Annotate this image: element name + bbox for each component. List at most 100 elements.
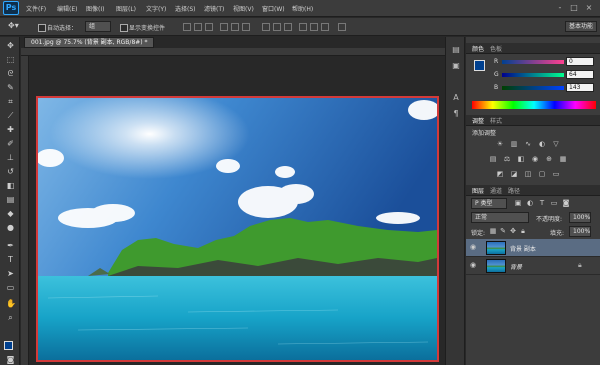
menu-select[interactable]: 选择(S) [175,4,196,13]
document-tab[interactable]: 001.jpg @ 75.7% (背景 副本, RGB/8#) * [24,37,154,48]
filter-smart-icon[interactable]: ◙ [562,199,570,207]
show-transform-checkbox[interactable] [120,24,128,32]
channel-mixer-icon[interactable]: ⊕ [545,155,553,163]
shape-icon[interactable]: ▭ [6,283,15,292]
history-panel-icon[interactable]: ▤ [451,45,461,55]
tab-paths[interactable]: 路径 [508,186,520,195]
blur-icon[interactable]: ◆ [6,209,15,218]
blue-value-field[interactable]: 143 [566,83,594,92]
menu-help[interactable]: 帮助(H) [292,4,313,13]
hue-saturation-icon[interactable]: ▤ [489,155,497,163]
marquee-icon[interactable]: ⬚ [6,55,15,64]
visibility-eye-icon[interactable]: ◉ [470,243,478,251]
vibrance-icon[interactable]: ▽ [552,140,560,148]
minimize-button[interactable]: - [555,3,565,13]
layer-row-background[interactable]: ◉ 背景 🔒︎ [466,257,600,275]
visibility-eye-icon[interactable]: ◉ [470,261,478,269]
levels-icon[interactable]: ▥ [510,140,518,148]
align-vcenter-icon[interactable] [194,23,202,31]
curves-icon[interactable]: ∿ [524,140,532,148]
photo-filter-icon[interactable]: ◉ [531,155,539,163]
filter-adjustment-icon[interactable]: ◐ [526,199,534,207]
exposure-icon[interactable]: ◐ [538,140,546,148]
move-icon[interactable]: ✥ [6,41,15,50]
selective-color-icon[interactable]: ▢ [538,170,546,178]
align-bottom-icon[interactable] [205,23,213,31]
eraser-icon[interactable]: ◧ [6,181,15,190]
tab-adjustments[interactable]: 调整 [472,116,484,125]
hand-icon[interactable]: ✋ [6,299,16,308]
foreground-color-swatch[interactable] [4,341,13,350]
crop-icon[interactable]: ⌗ [6,97,15,106]
eyedropper-icon[interactable]: ⟋ [6,111,15,120]
red-value-field[interactable]: 0 [566,57,594,66]
auto-align-icon[interactable] [338,23,346,31]
paragraph-panel-icon[interactable]: ¶ [451,109,461,119]
document-canvas[interactable] [36,96,439,362]
threshold-icon[interactable]: ◫ [524,170,532,178]
color-panel-foreground-swatch[interactable] [474,60,485,71]
distribute-left-icon[interactable] [299,23,307,31]
lock-transparent-icon[interactable]: ▦ [489,227,497,235]
invert-icon[interactable]: ◩ [496,170,504,178]
layer-name[interactable]: 背景 [510,262,522,271]
brush-icon[interactable]: ✐ [6,139,15,148]
close-button[interactable]: × [584,3,594,13]
posterize-icon[interactable]: ◪ [510,170,518,178]
lock-pixels-icon[interactable]: ✎ [499,227,507,235]
green-slider[interactable] [502,73,564,77]
menu-window[interactable]: 窗口(W) [262,4,285,13]
menu-layer[interactable]: 图层(L) [116,4,136,13]
align-top-icon[interactable] [183,23,191,31]
move-tool-preset-icon[interactable]: ✥▾ [8,21,19,30]
lasso-icon[interactable]: ᘓ [6,69,15,78]
opacity-field[interactable]: 100% [569,212,591,223]
lock-all-icon[interactable]: 🔒︎ [519,227,527,235]
tab-color[interactable]: 颜色 [472,44,484,53]
distribute-top-icon[interactable] [262,23,270,31]
tab-styles[interactable]: 样式 [490,116,502,125]
distribute-vcenter-icon[interactable] [273,23,281,31]
filter-pixel-icon[interactable]: ▣ [514,199,522,207]
layer-name[interactable]: 背景 副本 [510,244,536,253]
distribute-hcenter-icon[interactable] [310,23,318,31]
menu-type[interactable]: 文字(Y) [146,4,166,13]
brightness-contrast-icon[interactable]: ☀ [496,140,504,148]
tab-channels[interactable]: 通道 [490,186,502,195]
path-select-icon[interactable]: ➤ [6,269,15,278]
quick-mask-icon[interactable]: ◙ [6,355,15,364]
align-right-icon[interactable] [242,23,250,31]
lock-position-icon[interactable]: ✥ [509,227,517,235]
maximize-button[interactable]: □ [569,3,579,13]
dodge-icon[interactable]: ● [6,223,15,232]
tab-layers[interactable]: 图层 [472,186,484,195]
filter-type-icon[interactable]: T [538,199,546,207]
healing-icon[interactable]: ✚ [6,125,15,134]
filter-shape-icon[interactable]: ▭ [550,199,558,207]
auto-select-dropdown[interactable]: 组 [85,21,111,32]
distribute-bottom-icon[interactable] [284,23,292,31]
align-left-icon[interactable] [220,23,228,31]
workspace-button[interactable]: 基本功能 [565,21,597,32]
layer-row-background-copy[interactable]: ◉ 背景 副本 [466,239,600,257]
blend-mode-dropdown[interactable]: 正常 [471,212,529,223]
align-hcenter-icon[interactable] [231,23,239,31]
gradient-icon[interactable]: ▤ [6,195,15,204]
menu-edit[interactable]: 编辑(E) [57,4,77,13]
color-balance-icon[interactable]: ⚖ [503,155,511,163]
gradient-map-icon[interactable]: ▭ [552,170,560,178]
menu-image[interactable]: 图像(I) [86,4,104,13]
pen-icon[interactable]: ✒ [6,241,15,250]
green-value-field[interactable]: 64 [566,70,594,79]
blue-slider[interactable] [502,86,564,90]
quick-select-icon[interactable]: ✎ [6,83,15,92]
tab-swatches[interactable]: 色板 [490,44,502,53]
color-spectrum-bar[interactable] [472,101,596,109]
properties-panel-icon[interactable]: ▣ [451,61,461,71]
color-lookup-icon[interactable]: ▦ [559,155,567,163]
character-panel-icon[interactable]: A [451,93,461,103]
menu-filter[interactable]: 滤镜(T) [204,4,224,13]
layer-filter-dropdown[interactable]: P 类型 [471,198,507,209]
red-slider[interactable] [502,60,564,64]
zoom-icon[interactable]: ⌕ [6,313,15,322]
